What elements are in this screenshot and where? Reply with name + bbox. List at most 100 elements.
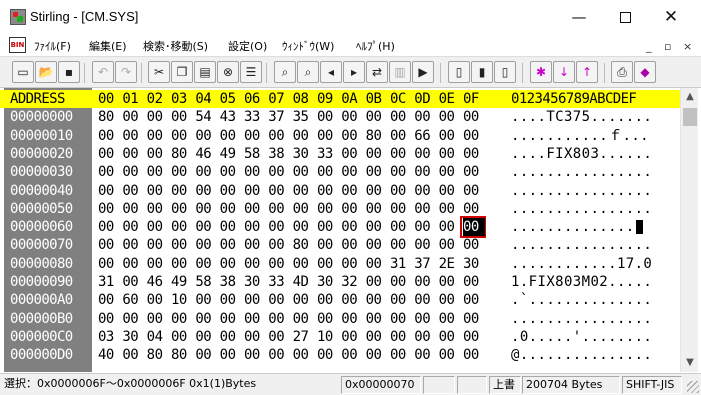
hex-byte[interactable]: 00 [414,273,436,291]
hex-byte[interactable]: 00 [268,255,290,273]
hex-byte[interactable]: 00 [439,127,461,145]
hex-byte[interactable]: 00 [220,218,242,236]
hex-byte[interactable]: 00 [147,310,169,328]
hex-byte[interactable]: 00 [341,200,363,218]
hex-byte[interactable]: 00 [341,127,363,145]
hex-byte[interactable]: 46 [147,273,169,291]
menu-search-move[interactable]: 検索･移動(S) [143,38,208,54]
hex-byte[interactable]: 00 [244,255,266,273]
hex-byte[interactable]: 00 [195,310,217,328]
hex-byte[interactable]: 00 [293,255,315,273]
find-prev-icon[interactable]: ◂ [320,61,342,83]
hex-byte[interactable]: 00 [341,182,363,200]
hex-byte[interactable]: 00 [366,346,388,364]
hex-byte[interactable]: 00 [147,236,169,254]
hex-byte[interactable]: 00 [98,310,120,328]
hex-row[interactable]: 00000000 80 00 00 00 54 43 33 37 35 00 00 00 00 00 00 00… [0,108,680,126]
hex-byte[interactable]: 33 [244,108,266,126]
ascii-text[interactable]: ................ [511,200,679,218]
hex-byte[interactable]: 00 [317,255,339,273]
hex-byte[interactable]: 46 [195,145,217,163]
hex-byte[interactable]: 00 [147,145,169,163]
hex-byte[interactable]: 00 [463,346,485,364]
hex-row[interactable]: 00000060 00 00 00 00 00 00 00 00 00 00 00 00 00 00 00 00… [0,216,680,239]
mark-next-icon[interactable]: ↓ [553,61,575,83]
hex-byte[interactable]: 00 [390,236,412,254]
hex-byte[interactable]: 37 [268,108,290,126]
find-icon[interactable]: ⌕ [274,61,296,83]
hex-byte[interactable]: 00 [366,145,388,163]
hex-byte[interactable]: 00 [195,328,217,346]
hex-byte[interactable]: 00 [147,255,169,273]
hex-byte[interactable]: 00 [366,255,388,273]
hex-byte[interactable]: 00 [414,163,436,181]
hex-byte[interactable]: 00 [439,291,461,309]
hex-byte[interactable]: 00 [463,127,485,145]
hex-byte[interactable]: 00 [414,218,436,236]
hex-byte[interactable]: 00 [341,108,363,126]
hex-byte[interactable]: 00 [268,218,290,236]
hex-byte[interactable]: 00 [195,236,217,254]
hex-byte[interactable]: 00 [171,200,193,218]
hex-byte[interactable]: 60 [122,291,144,309]
hex-byte[interactable]: 00 [220,127,242,145]
copy-icon[interactable]: ❐ [171,61,193,83]
ascii-text[interactable]: .`.............. [511,291,679,309]
hex-byte[interactable]: 00 [220,310,242,328]
goto-icon[interactable]: ▶ [412,61,434,83]
hex-byte[interactable]: 00 [98,255,120,273]
hex-byte[interactable]: 00 [122,108,144,126]
hex-byte[interactable]: 00 [293,127,315,145]
hex-byte[interactable]: 80 [147,346,169,364]
find-next-icon[interactable]: ▸ [343,61,365,83]
hex-byte[interactable]: 00 [390,328,412,346]
hex-byte[interactable]: 00 [195,291,217,309]
bookmark-icon[interactable]: ◆ [634,61,656,83]
hex-byte[interactable]: 00 [414,328,436,346]
hex-byte[interactable]: 00 [317,108,339,126]
hex-byte[interactable]: 58 [244,145,266,163]
hex-byte[interactable]: 00 [463,145,485,163]
hex-byte[interactable]: 00 [122,182,144,200]
hex-byte[interactable]: 00 [366,273,388,291]
hex-byte[interactable]: 00 [463,200,485,218]
hex-byte[interactable]: 00 [122,236,144,254]
hex-byte[interactable]: 00 [439,163,461,181]
hex-byte[interactable]: 00 [220,182,242,200]
mdi-restore-button[interactable]: ▫ [664,40,671,53]
hex-byte[interactable]: 00 [317,182,339,200]
hex-byte[interactable]: 00 [268,236,290,254]
hex-byte[interactable]: 00 [414,145,436,163]
hex-byte[interactable]: 00 [390,291,412,309]
hex-byte[interactable]: 00 [390,182,412,200]
hex-byte[interactable]: 00 [171,127,193,145]
hex-byte[interactable]: 00 [317,236,339,254]
hex-byte[interactable]: 00 [390,346,412,364]
hex-row[interactable]: 000000D0 40 00 80 80 00 00 00 00 00 00 00 00 00 00 00 00… [0,346,680,364]
hex-byte[interactable]: 00 [439,328,461,346]
hex-byte[interactable]: 10 [317,328,339,346]
hex-byte[interactable]: 00 [171,182,193,200]
hex-row[interactable]: 00000010 00 00 00 00 00 00 00 00 00 00 00 80 00 66 00 00… [0,127,680,145]
hex-byte[interactable]: 00 [171,236,193,254]
hex-byte[interactable]: 00 [414,310,436,328]
hex-byte[interactable]: 00 [122,127,144,145]
mdi-close-button[interactable]: × [683,40,692,53]
hex-byte[interactable]: 80 [293,236,315,254]
hex-byte[interactable]: 00 [366,163,388,181]
hex-byte[interactable]: 00 [390,310,412,328]
hex-byte[interactable]: 00 [317,310,339,328]
hex-byte[interactable]: 00 [439,346,461,364]
resize-grip-icon[interactable] [687,381,699,393]
hex-byte[interactable]: 00 [220,291,242,309]
hex-byte[interactable]: 00 [390,145,412,163]
hex-byte[interactable]: 00 [390,273,412,291]
hex-byte[interactable]: 00 [317,127,339,145]
hex-row[interactable]: 000000B0 00 00 00 00 00 00 00 00 00 00 00 00 00 00 00 00… [0,310,680,328]
hex-byte[interactable]: 00 [414,108,436,126]
hex-byte[interactable]: 31 [98,273,120,291]
hex-byte[interactable]: 00 [122,255,144,273]
menu-window[interactable]: ｳｨﾝﾄﾞｳ(W) [282,38,334,54]
hex-byte[interactable]: 00 [414,291,436,309]
hex-byte[interactable]: 00 [171,255,193,273]
